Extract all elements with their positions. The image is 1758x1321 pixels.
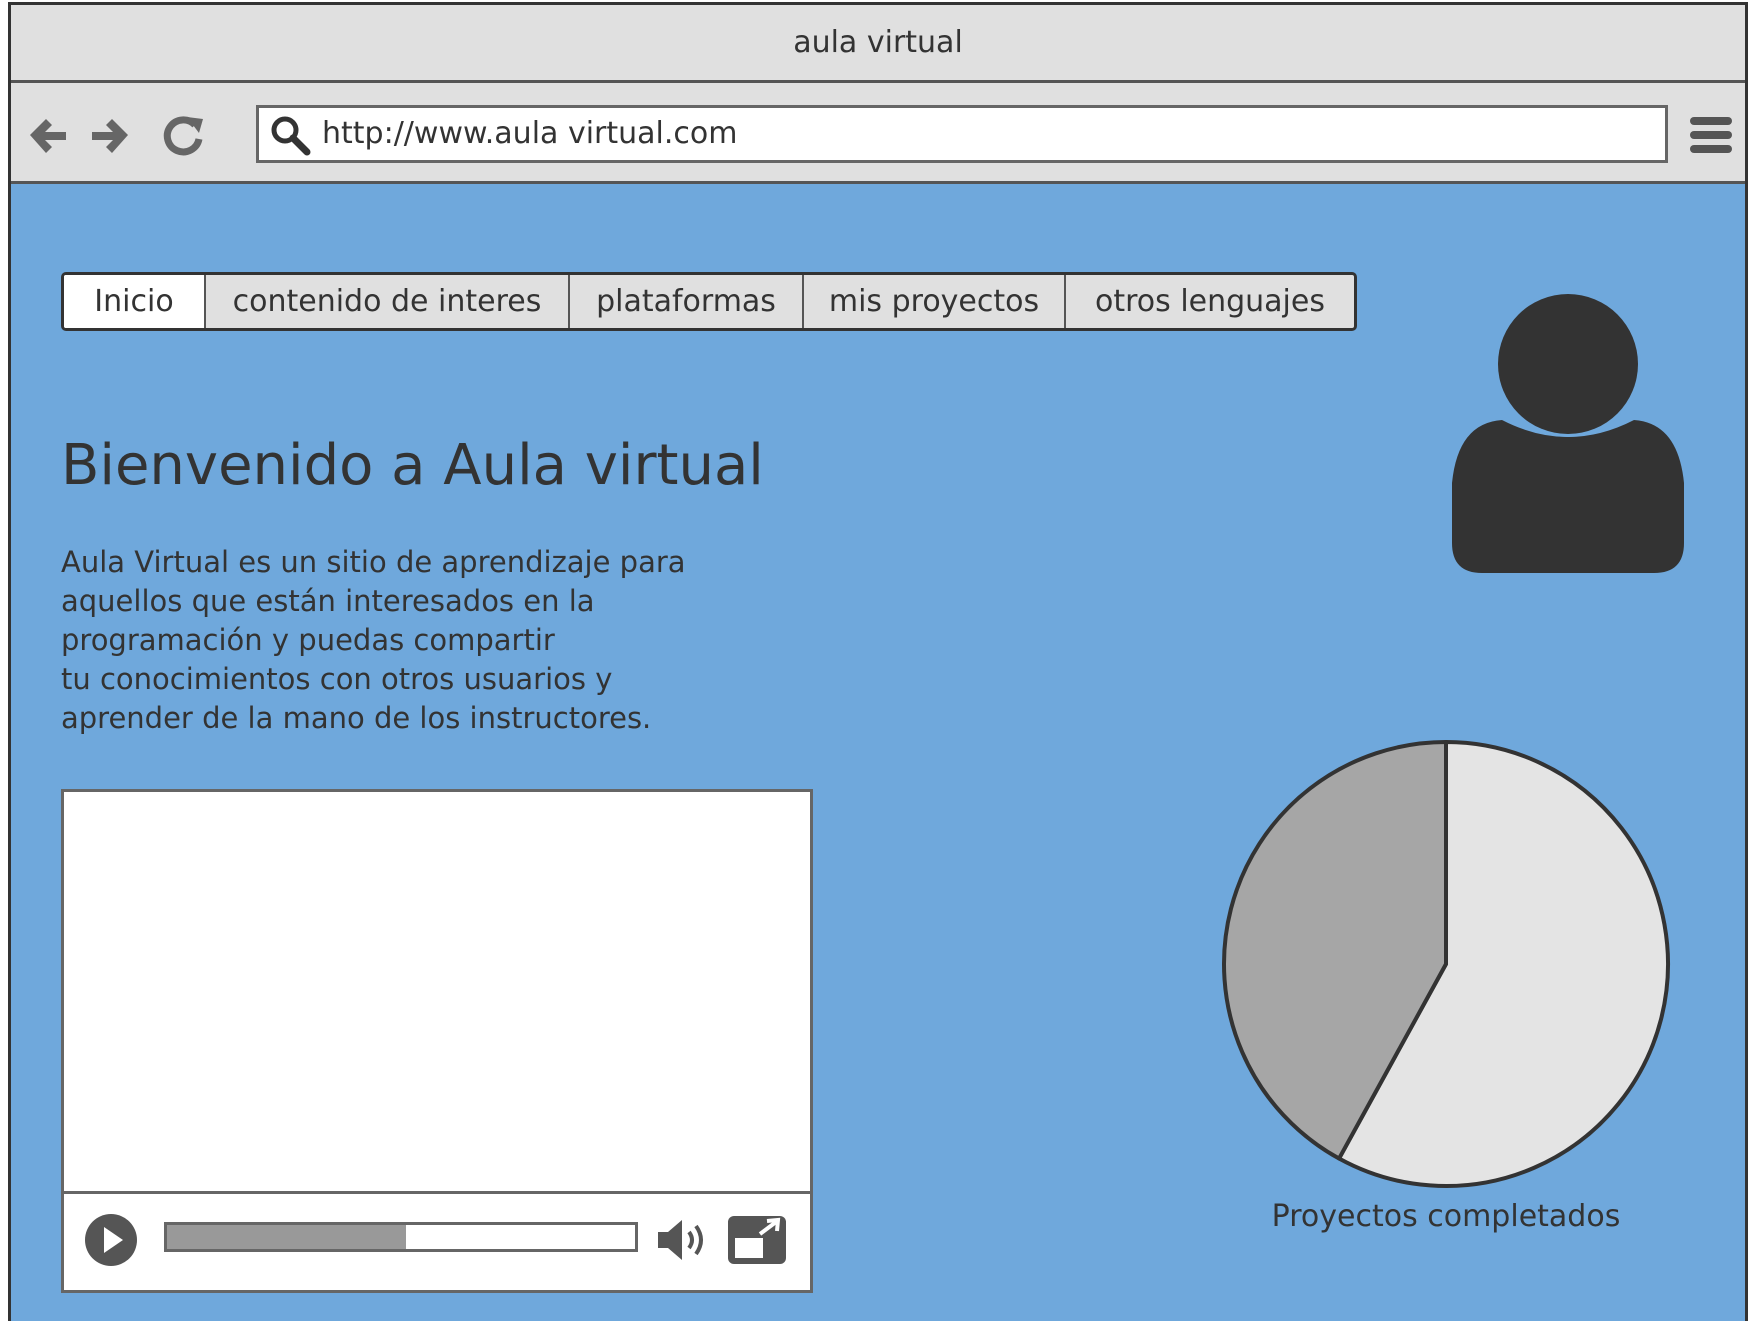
volume-icon[interactable] bbox=[654, 1214, 710, 1266]
tab-mis-proyectos[interactable]: mis proyectos bbox=[802, 275, 1064, 328]
browser-window: aula virtual http://www.aula virtual.com bbox=[8, 2, 1748, 1321]
description-line: Aula Virtual es un sitio de aprendizaje … bbox=[61, 545, 686, 579]
pie-chart-label: Proyectos completados bbox=[1271, 1199, 1621, 1234]
tab-plataformas[interactable]: plataformas bbox=[568, 275, 802, 328]
tab-label: otros lenguajes bbox=[1095, 284, 1325, 319]
user-avatar-icon[interactable] bbox=[1450, 293, 1686, 575]
video-screen[interactable] bbox=[64, 792, 810, 1191]
projects-pie-chart bbox=[1222, 740, 1670, 1188]
tab-contenido-de-interes[interactable]: contenido de interes bbox=[204, 275, 568, 328]
description-line: aquellos que están interesados en la bbox=[61, 584, 595, 618]
fullscreen-icon[interactable] bbox=[726, 1214, 788, 1266]
description-line: aprender de la mano de los instructores. bbox=[61, 701, 652, 735]
play-icon[interactable] bbox=[83, 1212, 139, 1268]
description-line: tu conocimientos con otros usuarios y bbox=[61, 662, 613, 696]
page-title: Bienvenido a Aula virtual bbox=[61, 433, 764, 498]
window-title: aula virtual bbox=[793, 25, 963, 60]
hamburger-menu-icon[interactable] bbox=[1688, 113, 1734, 157]
forward-arrow-icon[interactable] bbox=[86, 111, 134, 159]
reload-icon[interactable] bbox=[159, 111, 207, 159]
url-text[interactable]: http://www.aula virtual.com bbox=[322, 116, 737, 151]
tab-label: contenido de interes bbox=[232, 284, 542, 319]
tab-inicio[interactable]: Inicio bbox=[64, 275, 204, 328]
nav-tabs: Inicio contenido de interes plataformas … bbox=[61, 272, 1357, 331]
description-line: programación y puedas compartir bbox=[61, 623, 555, 657]
video-controls bbox=[64, 1191, 810, 1290]
search-icon bbox=[271, 116, 311, 156]
video-progress-fill bbox=[167, 1225, 406, 1249]
window-titlebar: aula virtual bbox=[11, 5, 1745, 83]
video-progress-bar[interactable] bbox=[164, 1222, 638, 1252]
address-bar[interactable]: http://www.aula virtual.com bbox=[256, 105, 1668, 163]
back-arrow-icon[interactable] bbox=[24, 111, 72, 159]
tab-label: plataformas bbox=[596, 284, 776, 319]
tab-label: Inicio bbox=[94, 284, 174, 319]
description-text: Aula Virtual es un sitio de aprendizaje … bbox=[61, 543, 781, 738]
video-player bbox=[61, 789, 813, 1293]
tab-otros-lenguajes[interactable]: otros lenguajes bbox=[1064, 275, 1354, 328]
tab-label: mis proyectos bbox=[828, 284, 1040, 319]
browser-toolbar: http://www.aula virtual.com bbox=[11, 83, 1745, 184]
